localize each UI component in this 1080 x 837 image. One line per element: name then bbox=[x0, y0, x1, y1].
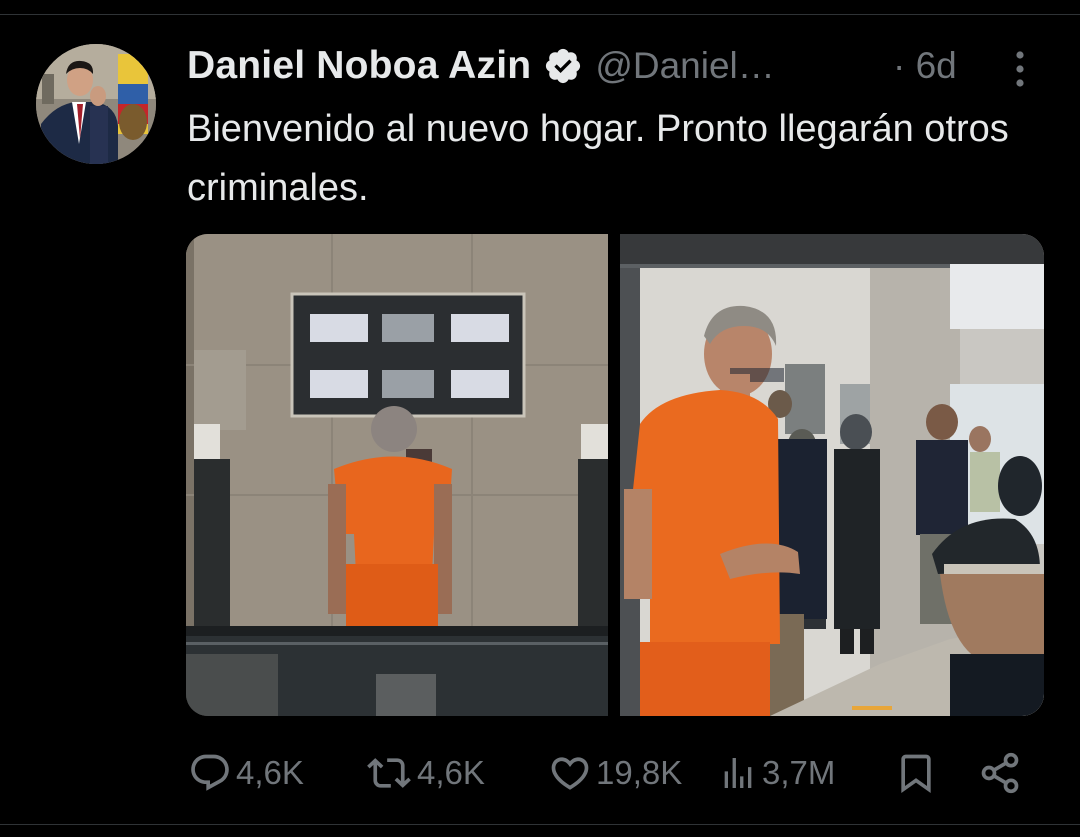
divider bbox=[0, 14, 1080, 15]
reply-icon bbox=[188, 751, 232, 795]
share-button[interactable] bbox=[978, 745, 1022, 801]
media-grid[interactable] bbox=[186, 234, 1044, 716]
divider bbox=[0, 824, 1080, 825]
share-icon bbox=[978, 751, 1022, 795]
more-vertical-icon[interactable] bbox=[1010, 48, 1030, 90]
bookmark-icon bbox=[894, 751, 938, 795]
views-count: 3,7M bbox=[762, 754, 836, 791]
tweet-text: Bienvenido al nuevo hogar. Pronto llegar… bbox=[187, 108, 1009, 209]
heart-icon bbox=[548, 751, 592, 795]
photo-prisoner-guards[interactable] bbox=[620, 234, 1044, 716]
retweet-count: 4,6K bbox=[417, 754, 485, 791]
action-bar: 4,6K 4,6K 19,8K 3,7M bbox=[0, 745, 1080, 801]
reply-button[interactable]: 4,6K bbox=[188, 745, 304, 801]
tweet-screen: Daniel Noboa Azin @Daniel… · 6d Bienveni… bbox=[0, 0, 1080, 837]
views-button[interactable]: 3,7M bbox=[718, 745, 835, 801]
display-name[interactable]: Daniel Noboa Azin bbox=[187, 44, 531, 88]
bookmark-button[interactable] bbox=[894, 745, 938, 801]
photo-prisoner-back[interactable] bbox=[186, 234, 608, 716]
retweet-icon bbox=[365, 751, 413, 795]
retweet-button[interactable]: 4,6K bbox=[365, 745, 485, 801]
like-button[interactable]: 19,8K bbox=[548, 745, 682, 801]
verified-badge-icon bbox=[543, 46, 583, 86]
views-chart-icon bbox=[718, 751, 758, 795]
timestamp[interactable]: · 6d bbox=[893, 42, 957, 90]
avatar[interactable] bbox=[36, 44, 156, 164]
tweet-header: Daniel Noboa Azin @Daniel… bbox=[187, 40, 775, 92]
like-count: 19,8K bbox=[596, 754, 683, 791]
handle[interactable]: @Daniel… bbox=[595, 45, 774, 87]
reply-count: 4,6K bbox=[236, 754, 304, 791]
